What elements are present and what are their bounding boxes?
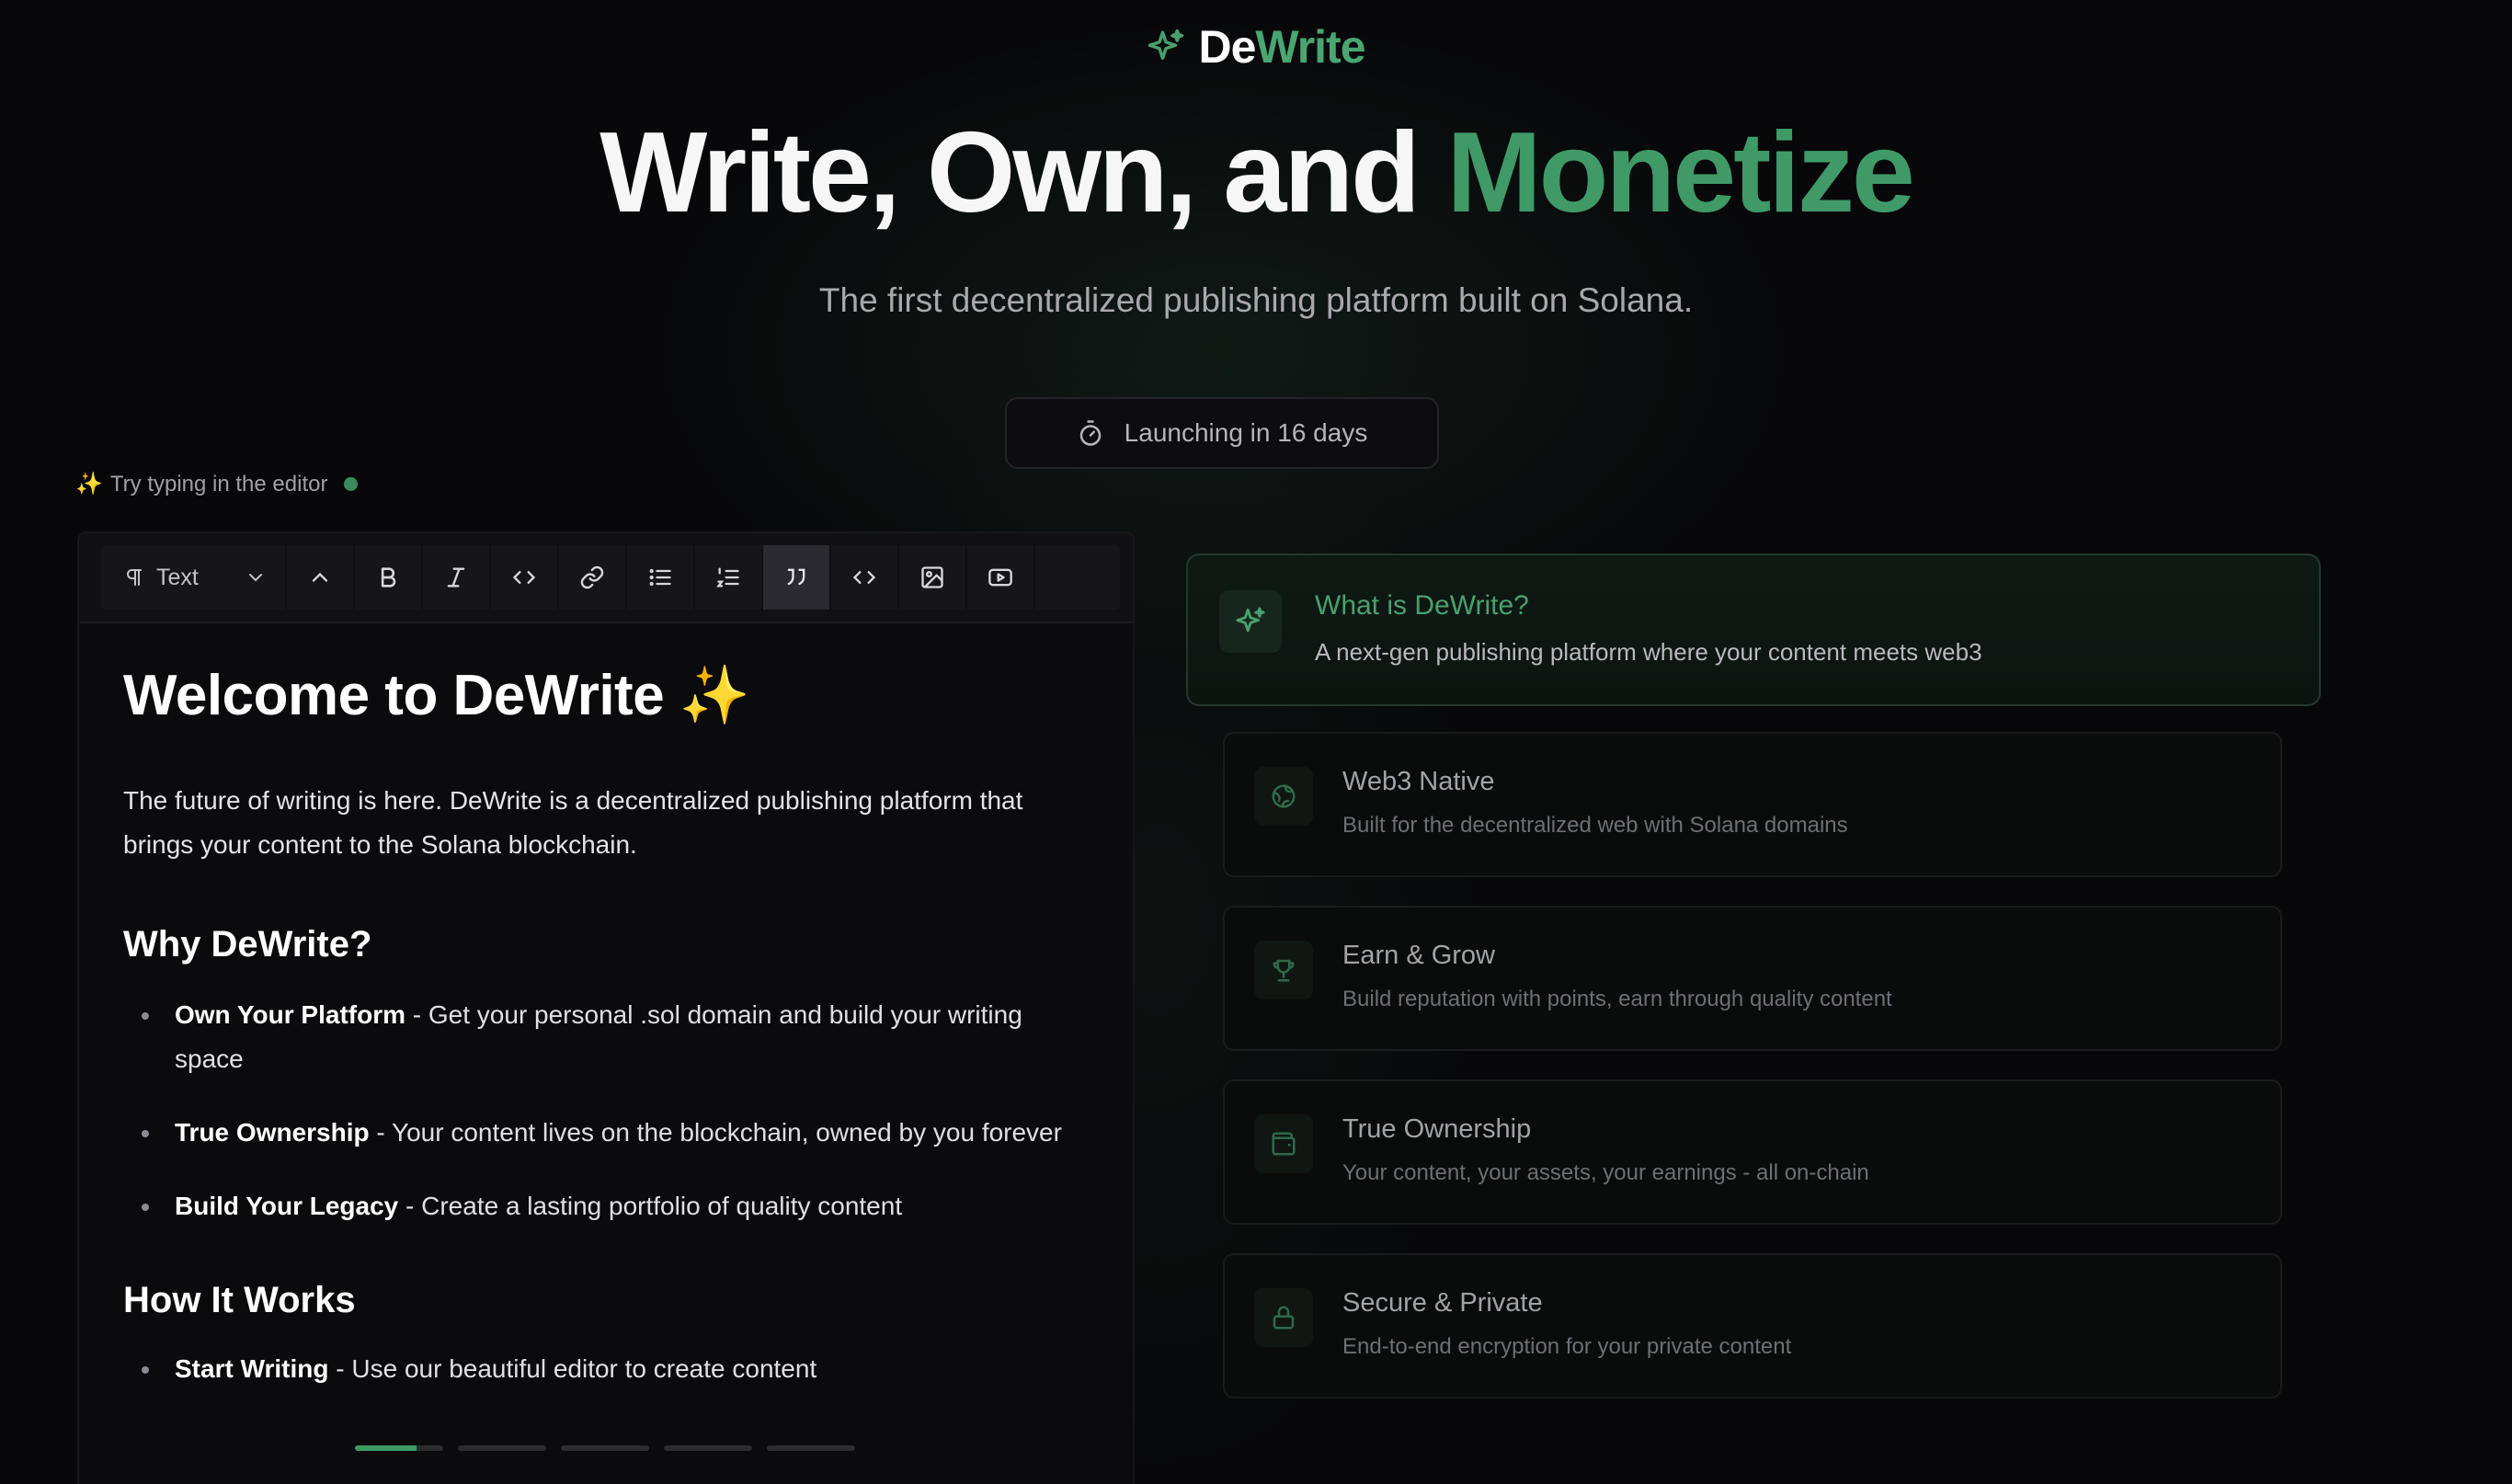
feature-title: Web3 Native bbox=[1342, 767, 1495, 796]
hero-title: Write, Own, and Monetize bbox=[0, 108, 2512, 237]
list-item-bold: Own Your Platform bbox=[175, 1000, 405, 1029]
bullet-list-icon bbox=[649, 568, 671, 587]
chevron-down-icon bbox=[249, 574, 262, 582]
feature-desc: End-to-end encryption for your private c… bbox=[1342, 1334, 1792, 1359]
doc-heading-how[interactable]: How It Works bbox=[123, 1280, 1087, 1321]
italic-icon bbox=[447, 567, 465, 588]
feature-desc: A next-gen publishing platform where you… bbox=[1315, 638, 1982, 666]
list-item-text: - Create a lasting portfolio of quality … bbox=[398, 1192, 903, 1220]
bullet-list-button[interactable] bbox=[625, 545, 693, 610]
feature-card-earn-grow[interactable]: Earn & Grow Build reputation with points… bbox=[1223, 906, 2282, 1051]
collapse-toolbar-button[interactable] bbox=[285, 545, 353, 610]
quote-button[interactable] bbox=[761, 545, 829, 610]
chevron-up-icon bbox=[312, 572, 328, 582]
inline-code-button[interactable] bbox=[489, 545, 557, 610]
italic-button[interactable] bbox=[421, 545, 489, 610]
feature-title: Earn & Grow bbox=[1342, 941, 1495, 970]
progress-segment bbox=[664, 1445, 752, 1451]
block-type-label: Text bbox=[156, 564, 199, 590]
editor: Text Welcome to DeWrite ✨ The future of … bbox=[77, 531, 1135, 1484]
doc-intro[interactable]: The future of writing is here. DeWrite i… bbox=[123, 779, 1079, 867]
wallet-icon bbox=[1272, 1132, 1296, 1156]
feature-card-what-is[interactable]: What is DeWrite? A next-gen publishing p… bbox=[1186, 554, 2321, 706]
bold-button[interactable] bbox=[353, 545, 421, 610]
logo[interactable]: DeWrite bbox=[0, 20, 2512, 74]
sparkle-icon bbox=[1236, 607, 1265, 633]
trophy-icon bbox=[1273, 959, 1295, 982]
code-block-icon bbox=[852, 571, 876, 584]
feature-icon-box bbox=[1219, 590, 1282, 653]
code-icon bbox=[512, 571, 536, 584]
status-dot bbox=[344, 477, 359, 491]
lock-icon bbox=[1273, 1306, 1295, 1330]
feature-icon-box bbox=[1254, 941, 1313, 999]
typing-progress bbox=[355, 1445, 855, 1451]
logo-text: DeWrite bbox=[1198, 20, 1365, 74]
feature-title: True Ownership bbox=[1342, 1114, 1532, 1144]
why-list: Own Your Platform - Get your personal .s… bbox=[123, 993, 1087, 1228]
paragraph-icon bbox=[127, 569, 142, 586]
ordered-list-icon bbox=[716, 567, 739, 588]
editor-toolbar: Text bbox=[79, 533, 1133, 623]
logo-text-write: Write bbox=[1255, 21, 1365, 73]
toolbar-group: Text bbox=[101, 545, 1120, 610]
toolbar-spacer bbox=[1033, 545, 1120, 610]
editor-hint-text: Try typing in the editor bbox=[109, 471, 328, 497]
progress-segment bbox=[561, 1445, 649, 1451]
code-block-button[interactable] bbox=[829, 545, 897, 610]
hero-title-accent: Monetize bbox=[1446, 109, 1914, 236]
list-item-text: - Your content lives on the blockchain, … bbox=[369, 1118, 1062, 1147]
feature-desc: Built for the decentralized web with Sol… bbox=[1342, 813, 1848, 838]
list-item[interactable]: Own Your Platform - Get your personal .s… bbox=[123, 993, 1094, 1081]
progress-segment bbox=[458, 1445, 546, 1451]
link-icon bbox=[580, 565, 604, 589]
block-type-select[interactable]: Text bbox=[101, 545, 285, 610]
video-button[interactable] bbox=[965, 545, 1033, 610]
list-item-bold: Build Your Legacy bbox=[175, 1192, 399, 1220]
editor-content[interactable]: Welcome to DeWrite ✨ The future of writi… bbox=[79, 623, 1133, 1391]
feature-icon-box bbox=[1254, 1114, 1313, 1173]
timer-icon bbox=[1079, 420, 1101, 446]
progress-fill bbox=[355, 1445, 417, 1451]
sparkle-icon bbox=[1148, 29, 1184, 60]
logo-text-de: De bbox=[1198, 21, 1256, 73]
bold-icon bbox=[381, 567, 396, 588]
doc-title[interactable]: Welcome to DeWrite ✨ bbox=[123, 662, 1087, 729]
feature-card-web3-native[interactable]: Web3 Native Built for the decentralized … bbox=[1223, 732, 2282, 877]
progress-segment bbox=[355, 1445, 443, 1451]
progress-segment bbox=[767, 1445, 855, 1451]
list-item-bold: True Ownership bbox=[175, 1118, 370, 1147]
doc-heading-why[interactable]: Why DeWrite? bbox=[123, 924, 1087, 965]
feature-desc: Your content, your assets, your earnings… bbox=[1342, 1160, 1869, 1185]
list-item[interactable]: Start Writing - Use our beautiful editor… bbox=[123, 1347, 1094, 1391]
list-item-bold: Start Writing bbox=[175, 1354, 329, 1383]
globe-icon bbox=[1272, 784, 1296, 808]
list-item[interactable]: Build Your Legacy - Create a lasting por… bbox=[123, 1184, 1094, 1228]
hero-subtitle: The first decentralized publishing platf… bbox=[818, 281, 1694, 319]
feature-icon-box bbox=[1254, 1288, 1313, 1347]
feature-desc: Build reputation with points, earn throu… bbox=[1342, 987, 1892, 1011]
list-item[interactable]: True Ownership - Your content lives on t… bbox=[123, 1111, 1094, 1155]
sparkles-emoji-icon: ✨ bbox=[75, 472, 103, 497]
hero-title-main: Write, Own, and bbox=[599, 109, 1447, 236]
ordered-list-button[interactable] bbox=[693, 545, 761, 610]
image-icon bbox=[921, 566, 943, 588]
feature-title: Secure & Private bbox=[1342, 1288, 1543, 1318]
launch-countdown: Launching in 16 days bbox=[1005, 397, 1439, 469]
image-button[interactable] bbox=[897, 545, 965, 610]
quote-icon bbox=[787, 568, 805, 586]
launch-label: Launching in 16 days bbox=[1124, 418, 1368, 447]
video-icon bbox=[988, 568, 1012, 587]
feature-card-true-ownership[interactable]: True Ownership Your content, your assets… bbox=[1223, 1079, 2282, 1225]
feature-card-secure-private[interactable]: Secure & Private End-to-end encryption f… bbox=[1223, 1253, 2282, 1398]
how-list: Start Writing - Use our beautiful editor… bbox=[123, 1347, 1087, 1391]
feature-icon-box bbox=[1254, 767, 1313, 826]
list-item-text: - Use our beautiful editor to create con… bbox=[328, 1354, 817, 1383]
editor-hint: ✨ Try typing in the editor bbox=[75, 471, 359, 497]
feature-title: What is DeWrite? bbox=[1315, 590, 1529, 621]
link-button[interactable] bbox=[557, 545, 625, 610]
